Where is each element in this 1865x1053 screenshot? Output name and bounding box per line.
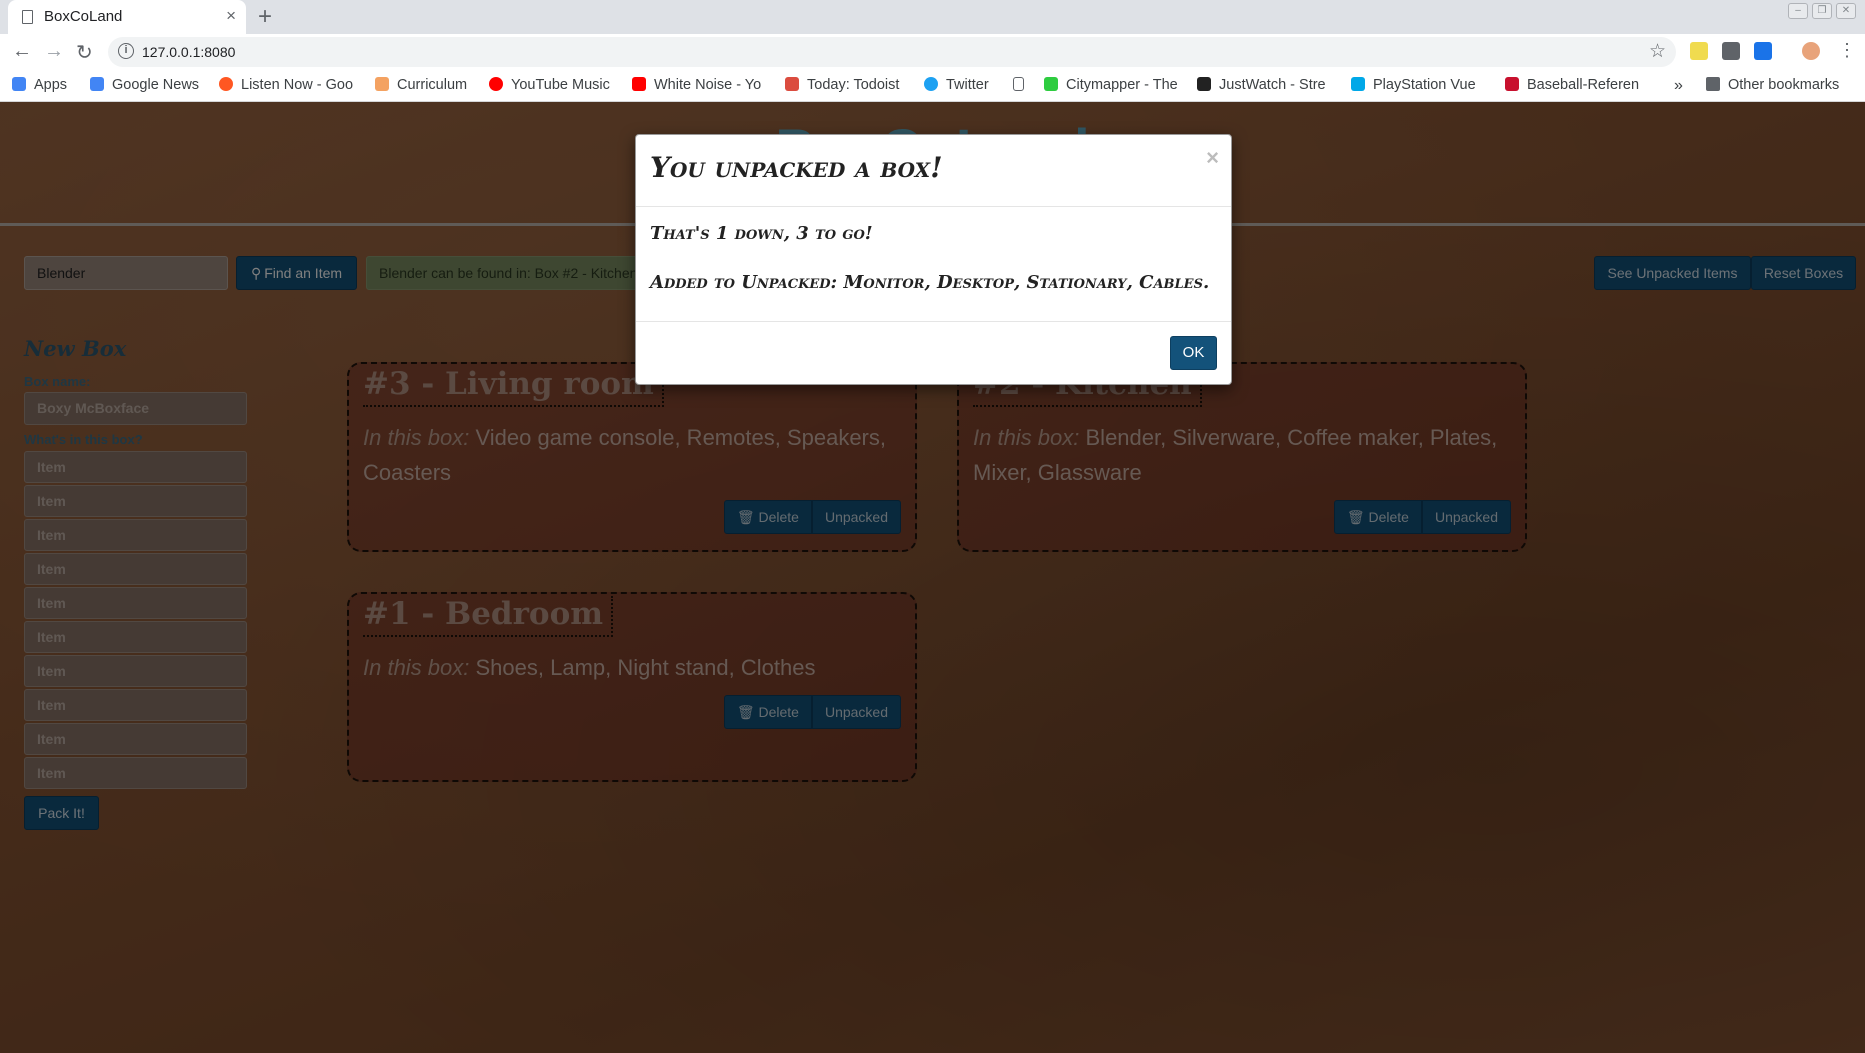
apps-grid-icon — [12, 77, 26, 91]
ok-button[interactable]: OK — [1170, 336, 1217, 370]
close-window-icon[interactable]: ✕ — [1836, 3, 1856, 19]
bookmarks-bar: Apps Google News Listen Now - Goo Curric… — [0, 70, 1865, 102]
bookmark-blank-page[interactable] — [1013, 77, 1033, 93]
added-items-message: Added to Unpacked: Monitor, Desktop, Sta… — [650, 272, 1210, 293]
other-bookmarks[interactable]: Other bookmarks — [1706, 77, 1858, 93]
new-tab-button[interactable]: + — [258, 3, 272, 31]
page-icon — [22, 10, 33, 24]
bookmark-listen-now[interactable]: Listen Now - Goo — [219, 77, 356, 93]
youtube-music-icon — [489, 77, 503, 91]
bookmark-white-noise[interactable]: White Noise - Yo — [632, 77, 768, 93]
bookmark-todoist[interactable]: Today: Todoist — [785, 77, 911, 93]
folder-icon — [1706, 77, 1720, 91]
blank-page-icon — [1013, 77, 1024, 91]
google-news-icon — [90, 77, 104, 91]
playstation-vue-icon — [1351, 77, 1365, 91]
progress-message: That's 1 down, 3 to go! — [650, 223, 873, 244]
browser-tab[interactable]: BoxCoLand × — [8, 0, 246, 34]
url-text[interactable]: 127.0.0.1:8080 — [142, 44, 235, 60]
twitter-icon — [924, 77, 938, 91]
extension-shield-icon[interactable] — [1722, 42, 1740, 60]
baseball-reference-icon — [1505, 77, 1519, 91]
restore-icon[interactable]: ❐ — [1812, 3, 1832, 19]
citymapper-icon — [1044, 77, 1058, 91]
bookmark-justwatch[interactable]: JustWatch - Stre — [1197, 77, 1333, 93]
modal-footer: OK — [636, 321, 1231, 385]
modal-header: You unpacked a box! × — [636, 135, 1231, 207]
modal-title: You unpacked a box! — [650, 151, 943, 184]
modal-body: That's 1 down, 3 to go! Added to Unpacke… — [650, 223, 1220, 321]
justwatch-icon — [1197, 77, 1211, 91]
bookmark-youtube-music[interactable]: YouTube Music — [489, 77, 619, 93]
curriculum-icon — [375, 77, 389, 91]
menu-kebab-icon[interactable]: ⋮ — [1838, 40, 1856, 61]
bookmark-google-news[interactable]: Google News — [90, 77, 204, 93]
browser-chrome: BoxCoLand × + – ❐ ✕ ← → ↻ i 127.0.0.1:80… — [0, 0, 1865, 102]
back-icon[interactable]: ← — [12, 40, 32, 63]
info-icon[interactable]: i — [118, 43, 134, 59]
forward-icon[interactable]: → — [44, 40, 64, 63]
minimize-icon[interactable]: – — [1788, 3, 1808, 19]
extension-window-icon[interactable] — [1754, 42, 1772, 60]
youtube-icon — [632, 77, 646, 91]
tab-title: BoxCoLand — [44, 8, 123, 25]
bookmark-twitter[interactable]: Twitter — [924, 77, 1004, 93]
more-bookmarks-icon[interactable]: » — [1674, 77, 1683, 95]
bookmark-citymapper[interactable]: Citymapper - The — [1044, 77, 1180, 93]
todoist-icon — [785, 77, 799, 91]
bookmark-curriculum[interactable]: Curriculum — [375, 77, 475, 93]
bookmark-baseball-reference[interactable]: Baseball-Referen — [1505, 77, 1641, 93]
browser-toolbar: ← → ↻ i 127.0.0.1:8080 ☆ ⋮ — [0, 34, 1865, 70]
bookmark-star-icon[interactable]: ☆ — [1649, 40, 1666, 63]
reload-icon[interactable]: ↻ — [76, 40, 93, 65]
unpacked-modal: You unpacked a box! × That's 1 down, 3 t… — [635, 134, 1232, 385]
tab-close-icon[interactable]: × — [226, 6, 236, 26]
close-icon[interactable]: × — [1206, 145, 1219, 171]
bookmark-apps[interactable]: Apps — [12, 77, 78, 93]
tab-strip: BoxCoLand × + – ❐ ✕ — [0, 0, 1865, 34]
profile-avatar[interactable] — [1802, 42, 1820, 60]
address-bar[interactable]: i 127.0.0.1:8080 ☆ — [108, 37, 1676, 67]
play-music-icon — [219, 77, 233, 91]
bookmark-playstation-vue[interactable]: PlayStation Vue — [1351, 77, 1487, 93]
extension-js-icon[interactable] — [1690, 42, 1708, 60]
